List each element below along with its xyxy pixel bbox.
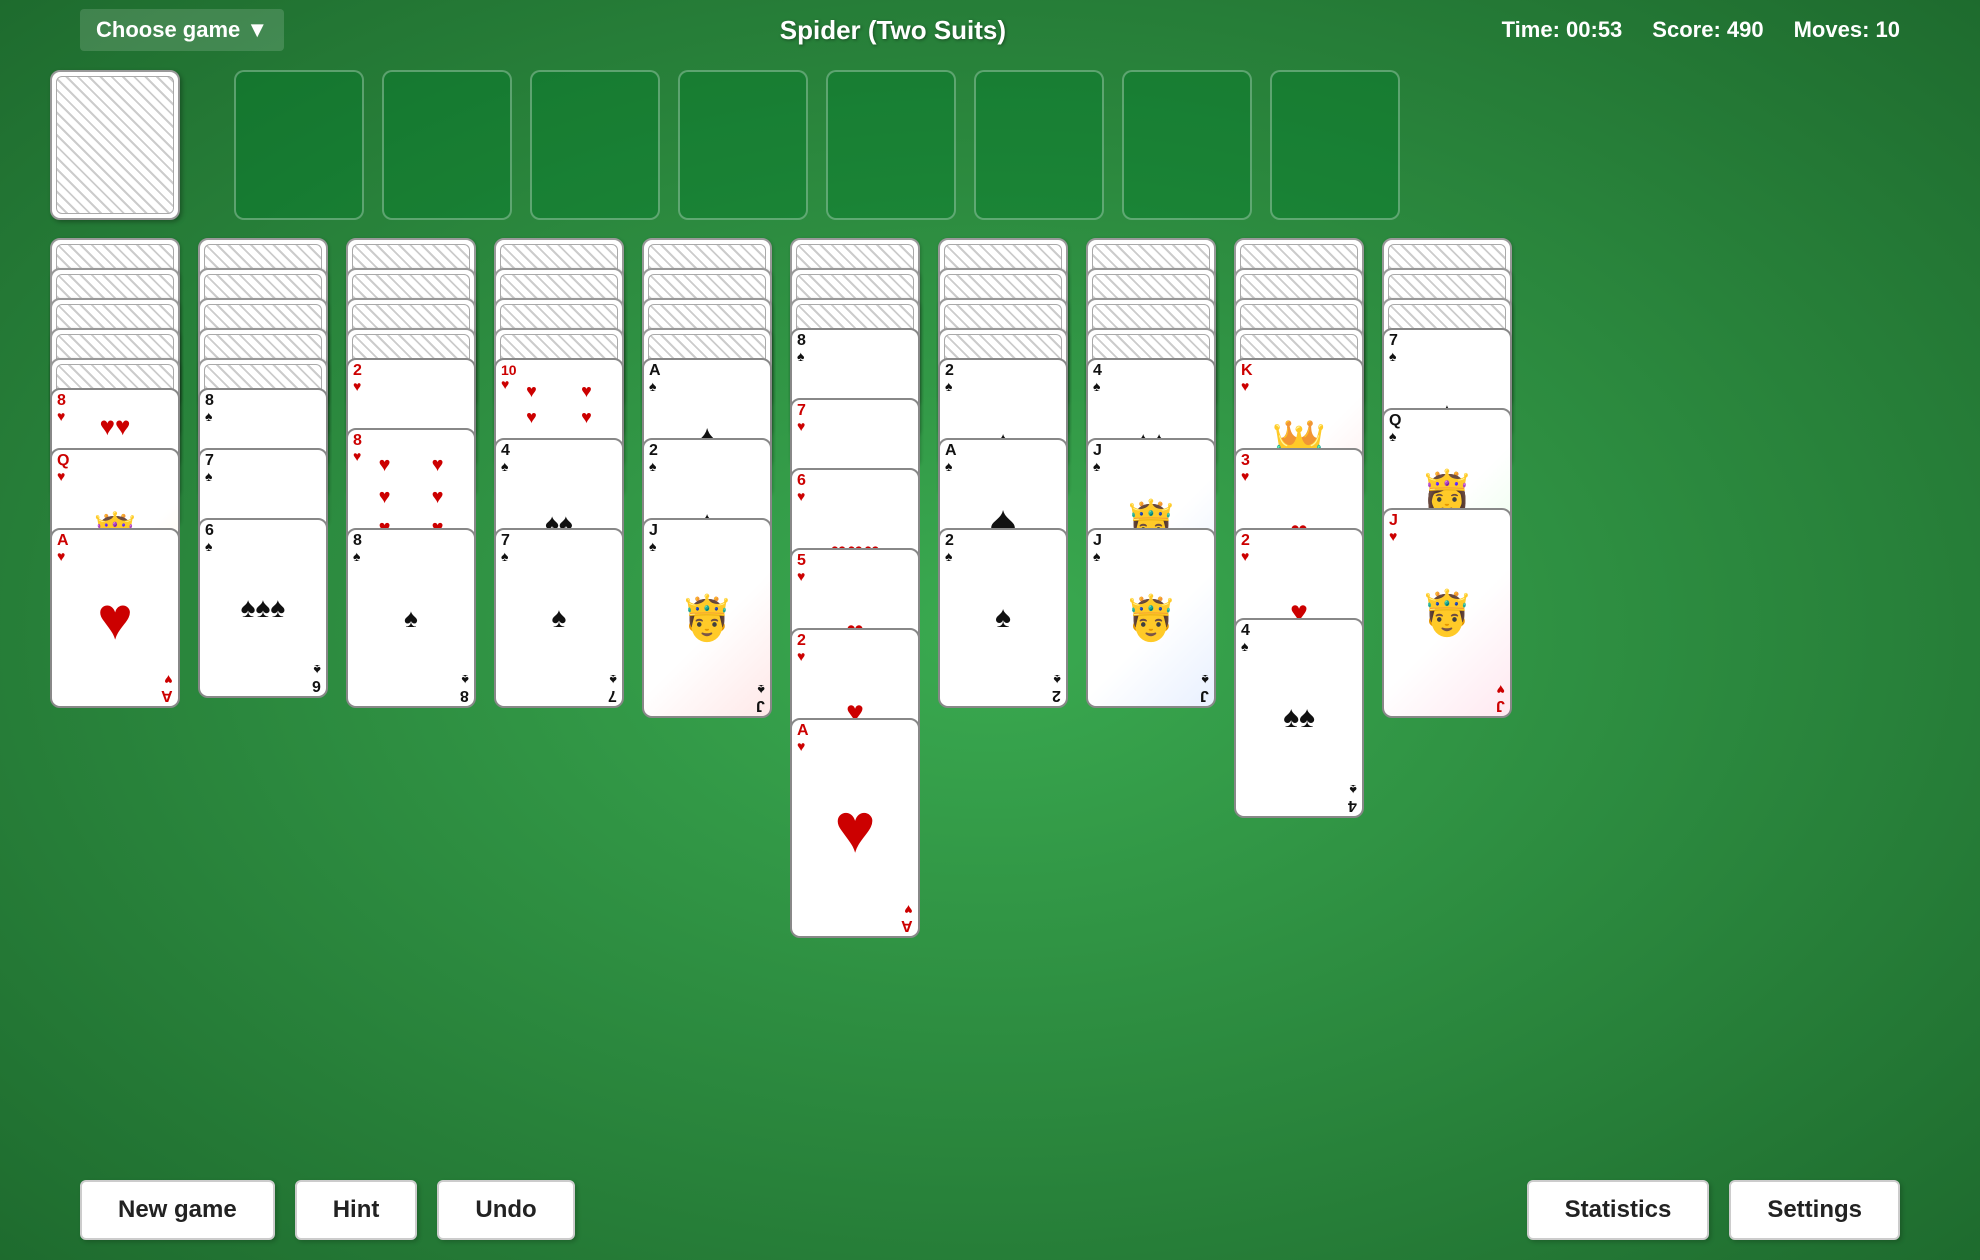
foundation-slot-2: [382, 70, 512, 220]
undo-button[interactable]: Undo: [437, 1180, 574, 1240]
card-ah-c6[interactable]: A♥ ♥ A♥: [790, 718, 920, 938]
footer-right-buttons: Statistics Settings: [1527, 1180, 1900, 1240]
column-4: 10♥ ♥♥♥♥♥♥♥♥♥♥ 10♥ 4♠ ♠♠ 4♠ 7♠ ♠ 7♠: [494, 238, 624, 838]
settings-button[interactable]: Settings: [1729, 1180, 1900, 1240]
card-7s-col4[interactable]: 7♠ ♠ 7♠: [494, 528, 624, 708]
card-4s-c9[interactable]: 4♠ ♠♠ 4♠: [1234, 618, 1364, 818]
game-stats: Time: 00:53 Score: 490 Moves: 10: [1502, 17, 1900, 43]
hint-button[interactable]: Hint: [295, 1180, 418, 1240]
game-area: 8♥ ♥♥♥♥♥♥♥♥ 8♥ Q♥ 👸 Q♥ A♥ ♥ A♥: [0, 60, 1980, 1160]
foundation-slot-8: [1270, 70, 1400, 220]
column-5: A♠ ♠ A♠ 2♠ ♠ 2♠ J♠ 🤴 J♠: [642, 238, 772, 838]
column-8: 4♠ ♠♠ 4♠ J♠ 🤴 J♠ J♠ 🤴 J♠: [1086, 238, 1216, 838]
column-6: 8♠ ♠ 8♠ 7♥ ♥ 7♥ 6♥ ♥♥♥ 6♥ 5♥: [790, 238, 920, 998]
foundation-slot-7: [1122, 70, 1252, 220]
columns-area: 8♥ ♥♥♥♥♥♥♥♥ 8♥ Q♥ 👸 Q♥ A♥ ♥ A♥: [50, 238, 1930, 998]
footer-left-buttons: New game Hint Undo: [80, 1180, 575, 1240]
card-js-col5[interactable]: J♠ 🤴 J♠: [642, 518, 772, 718]
column-10: 7♠ ♠ 7♠ Q♠ 👸 Q♠ J♥ 🤴 J♥: [1382, 238, 1512, 838]
card-2s-c7b[interactable]: 2♠ ♠ 2♠: [938, 528, 1068, 708]
foundation-slot-1: [234, 70, 364, 220]
top-row: [50, 70, 1930, 220]
statistics-button[interactable]: Statistics: [1527, 1180, 1710, 1240]
foundation-slot-4: [678, 70, 808, 220]
column-7: 2♠ ♠ 2♠ A♠ ♠ A♠ 2♠ ♠ 2♠: [938, 238, 1068, 838]
card-6s[interactable]: 6♠ ♠♠♠ 6♠: [198, 518, 328, 698]
column-9: K♥ 👑 K♥ 3♥ ♥ 3♥ 2♥ ♥ 2♥ 4♠: [1234, 238, 1364, 898]
card-ah[interactable]: A♥ ♥ A♥: [50, 528, 180, 708]
choose-game-button[interactable]: Choose game ▼: [80, 9, 284, 51]
foundation-slot-3: [530, 70, 660, 220]
new-game-button[interactable]: New game: [80, 1180, 275, 1240]
column-2: 8♠ ♠♠♠♠ 8♠ 7♠ ♠ 7♠ 6♠ ♠♠♠ 6♠: [198, 238, 328, 838]
header: Choose game ▼ Spider (Two Suits) Time: 0…: [0, 0, 1980, 60]
card-8s-col3[interactable]: 8♠ ♠ 8♠: [346, 528, 476, 708]
stock-pile[interactable]: [50, 70, 180, 220]
card-js-c8b[interactable]: J♠ 🤴 J♠: [1086, 528, 1216, 708]
game-title: Spider (Two Suits): [780, 15, 1006, 46]
column-3: 2♥ ♥ 2♥ 8♥ ♥♥ ♥♥ ♥♥ ♥♥ 8♥: [346, 238, 476, 838]
column-1: 8♥ ♥♥♥♥♥♥♥♥ 8♥ Q♥ 👸 Q♥ A♥ ♥ A♥: [50, 238, 180, 858]
foundation-slot-5: [826, 70, 956, 220]
time-display: Time: 00:53: [1502, 17, 1623, 43]
moves-display: Moves: 10: [1794, 17, 1900, 43]
score-display: Score: 490: [1652, 17, 1763, 43]
card-jh[interactable]: J♥ 🤴 J♥: [1382, 508, 1512, 718]
footer: New game Hint Undo Statistics Settings: [0, 1160, 1980, 1260]
foundation-slot-6: [974, 70, 1104, 220]
